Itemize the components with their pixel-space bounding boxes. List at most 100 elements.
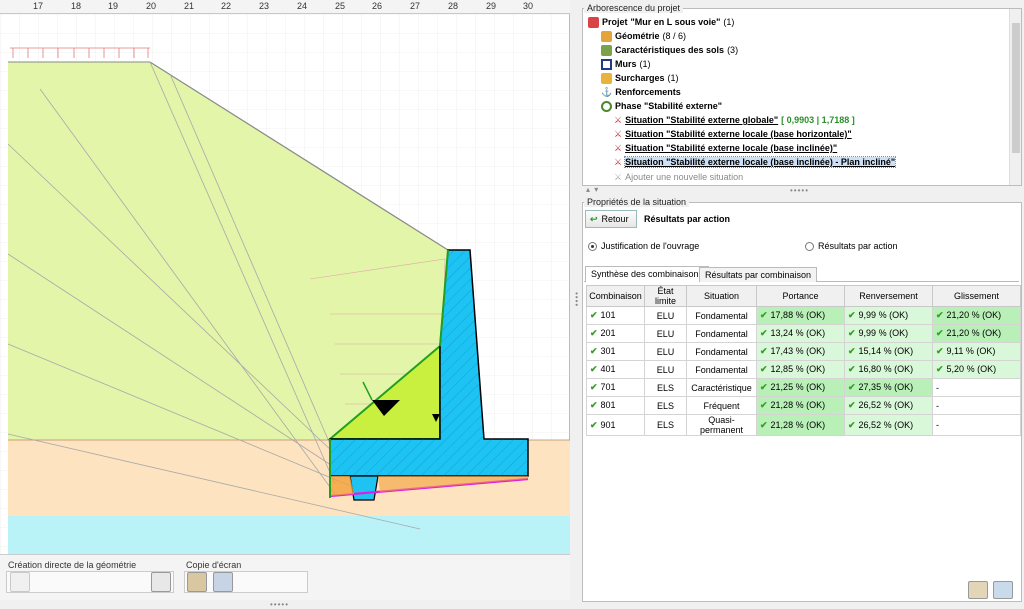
walls-count: (1) [639,59,651,69]
check-icon: ✔ [848,419,856,430]
table-row[interactable]: ✔ 301 ELU Fondamental ✔ 17,43 % (OK) ✔ 15,1… [586,342,1021,361]
bearing-cell: ✔ 21,28 % (OK) [756,396,845,415]
wall-icon [601,58,612,70]
sliding-cell: - [932,396,1021,415]
situation-cell: Caractéristique [686,378,757,397]
bearing-cell: ✔ 12,85 % (OK) [756,360,845,379]
col-header[interactable]: Renversement [844,285,933,307]
project-name: "Mur en L sous voie" [630,17,721,27]
ruler-tick: 23 [259,1,270,11]
geometry-canvas[interactable] [0,14,570,554]
tree-item-phase[interactable]: Phase "Stabilité externe" [601,99,722,113]
situation-cell: Fondamental [686,306,757,325]
project-count: (1) [723,17,735,27]
splitter-grip[interactable]: ••••• [790,186,809,195]
check-icon: ✔ [760,364,768,374]
tree-item-situation-inclined-plane[interactable]: ⚔ Situation "Stabilité externe locale (b… [614,155,897,169]
situation-inclined-label: Situation "Stabilité externe locale (bas… [625,143,838,153]
col-header[interactable]: Situation [686,285,757,307]
reinforcements-label: Renforcements [615,87,681,97]
walls-label: Murs [615,59,637,69]
table-row[interactable]: ✔ 201 ELU Fondamental ✔ 13,24 % (OK) ✔ 9,99… [586,324,1021,343]
ruler-tick: 20 [146,1,157,11]
check-icon: ✔ [590,328,598,338]
table-row[interactable]: ✔ 901 ELS Quasi-permanent ✔ 21,28 % (OK) ✔… [586,414,1021,436]
overturning-cell: ✔ 26,52 % (OK) [844,414,933,436]
ruler-tick: 30 [523,1,534,11]
tree-scrollbar[interactable] [1009,9,1021,185]
check-icon: ✔ [590,382,598,392]
wall-key[interactable] [349,475,379,501]
tab-synthesis[interactable]: Synthèse des combinaisons [585,266,710,282]
tree-item-soils[interactable]: Caractéristiques des sols (3) [601,43,738,57]
check-icon: ✔ [760,346,768,356]
check-icon: ✔ [760,310,768,320]
table-row[interactable]: ✔ 701 ELS Caractéristique ✔ 21,25 % (OK) ✔… [586,378,1021,397]
tab-per-combination[interactable]: Résultats par combinaison [699,267,818,282]
tree-item-project[interactable]: Projet "Mur en L sous voie" (1) [588,15,734,29]
limit-state-cell: ELS [644,378,687,397]
limit-state-cell: ELS [644,396,687,415]
col-header[interactable]: Portance [756,285,845,307]
combination-cell: ✔ 101 [586,306,645,325]
phase-label: Phase "Stabilité externe" [615,101,723,111]
sliding-cell: ✔ 5,20 % (OK) [932,360,1021,379]
soils-icon [601,44,612,56]
surcharges-count: (1) [667,73,679,83]
check-icon: ✔ [760,328,768,338]
tree-item-situation-global[interactable]: ⚔ Situation "Stabilité externe globale" … [614,113,855,127]
horizontal-ruler: 17 18 19 20 21 22 23 24 25 26 27 28 29 3… [0,0,570,14]
copy-screen-button[interactable] [187,572,207,592]
horizontal-splitter[interactable]: ▴ ▾ ••••• [582,185,1022,196]
col-header[interactable]: État limite [644,285,687,307]
limit-state-cell: ELU [644,342,687,361]
sliding-cell: - [932,378,1021,397]
check-icon: ✔ [590,400,598,410]
overturning-cell: ✔ 26,52 % (OK) [844,396,933,415]
overturning-cell: ✔ 15,14 % (OK) [844,342,933,361]
tree-item-walls[interactable]: Murs (1) [601,57,651,71]
collapse-arrows[interactable]: ▴ ▾ [586,185,599,194]
table-header-row: Combinaison État limite Situation Portan… [586,285,1021,307]
save-screen-button[interactable] [213,572,233,592]
export-button[interactable] [968,581,988,599]
check-icon: ✔ [936,310,944,320]
tree-item-add-situation[interactable]: ⚔ Ajouter une nouvelle situation [614,170,743,184]
draw-tool-button[interactable] [10,572,30,592]
check-icon: ✔ [590,419,598,430]
overturning-cell: ✔ 9,99 % (OK) [844,324,933,343]
tree-item-situation-horizontal[interactable]: ⚔ Situation "Stabilité externe locale (b… [614,127,852,141]
table-row[interactable]: ✔ 401 ELU Fondamental ✔ 12,85 % (OK) ✔ 16,8… [586,360,1021,379]
radio-results-per-action[interactable]: Résultats par action [805,241,898,251]
check-icon: ✔ [936,364,944,374]
properties-title: Propriétés de la situation [584,197,690,207]
surcharges-label: Surcharges [615,73,665,83]
radio-justification[interactable]: Justification de l'ouvrage [588,241,699,251]
table-row[interactable]: ✔ 801 ELS Fréquent ✔ 21,28 % (OK) ✔ 26,52 %… [586,396,1021,415]
tree-item-situation-inclined[interactable]: ⚔ Situation "Stabilité externe locale (b… [614,141,837,155]
check-icon: ✔ [590,310,598,320]
sliding-cell: ✔ 21,20 % (OK) [932,306,1021,325]
soils-label: Caractéristiques des sols [615,45,725,55]
ruler-tick: 29 [486,1,497,11]
sliding-cell: ✔ 21,20 % (OK) [932,324,1021,343]
combination-cell: ✔ 701 [586,378,645,397]
col-header[interactable]: Combinaison [586,285,645,307]
add-situation-label: Ajouter une nouvelle situation [625,172,744,182]
table-row[interactable]: ✔ 101 ELU Fondamental ✔ 17,88 % (OK) ✔ 9,99… [586,306,1021,325]
check-icon: ✔ [848,310,856,320]
radio-results-label: Résultats par action [818,241,898,251]
tree-item-reinforcements[interactable]: ⚓ Renforcements [601,85,681,99]
surcharge-icon [601,72,612,84]
check-icon: ✔ [760,419,768,430]
situation-icon: ⚔ [614,114,623,125]
back-button[interactable]: ↩ Retour [585,210,637,228]
tree-scrollbar-thumb[interactable] [1012,23,1020,153]
col-header[interactable]: Glissement [932,285,1021,307]
tree-item-geometry[interactable]: Géométrie (8 / 6) [601,29,686,43]
print-button[interactable] [993,581,1013,599]
vertical-splitter-grip[interactable]: •••• [572,292,581,307]
check-icon: ✔ [848,328,856,338]
pencil-tool-button[interactable] [151,572,171,592]
tree-item-surcharges[interactable]: Surcharges (1) [601,71,679,85]
